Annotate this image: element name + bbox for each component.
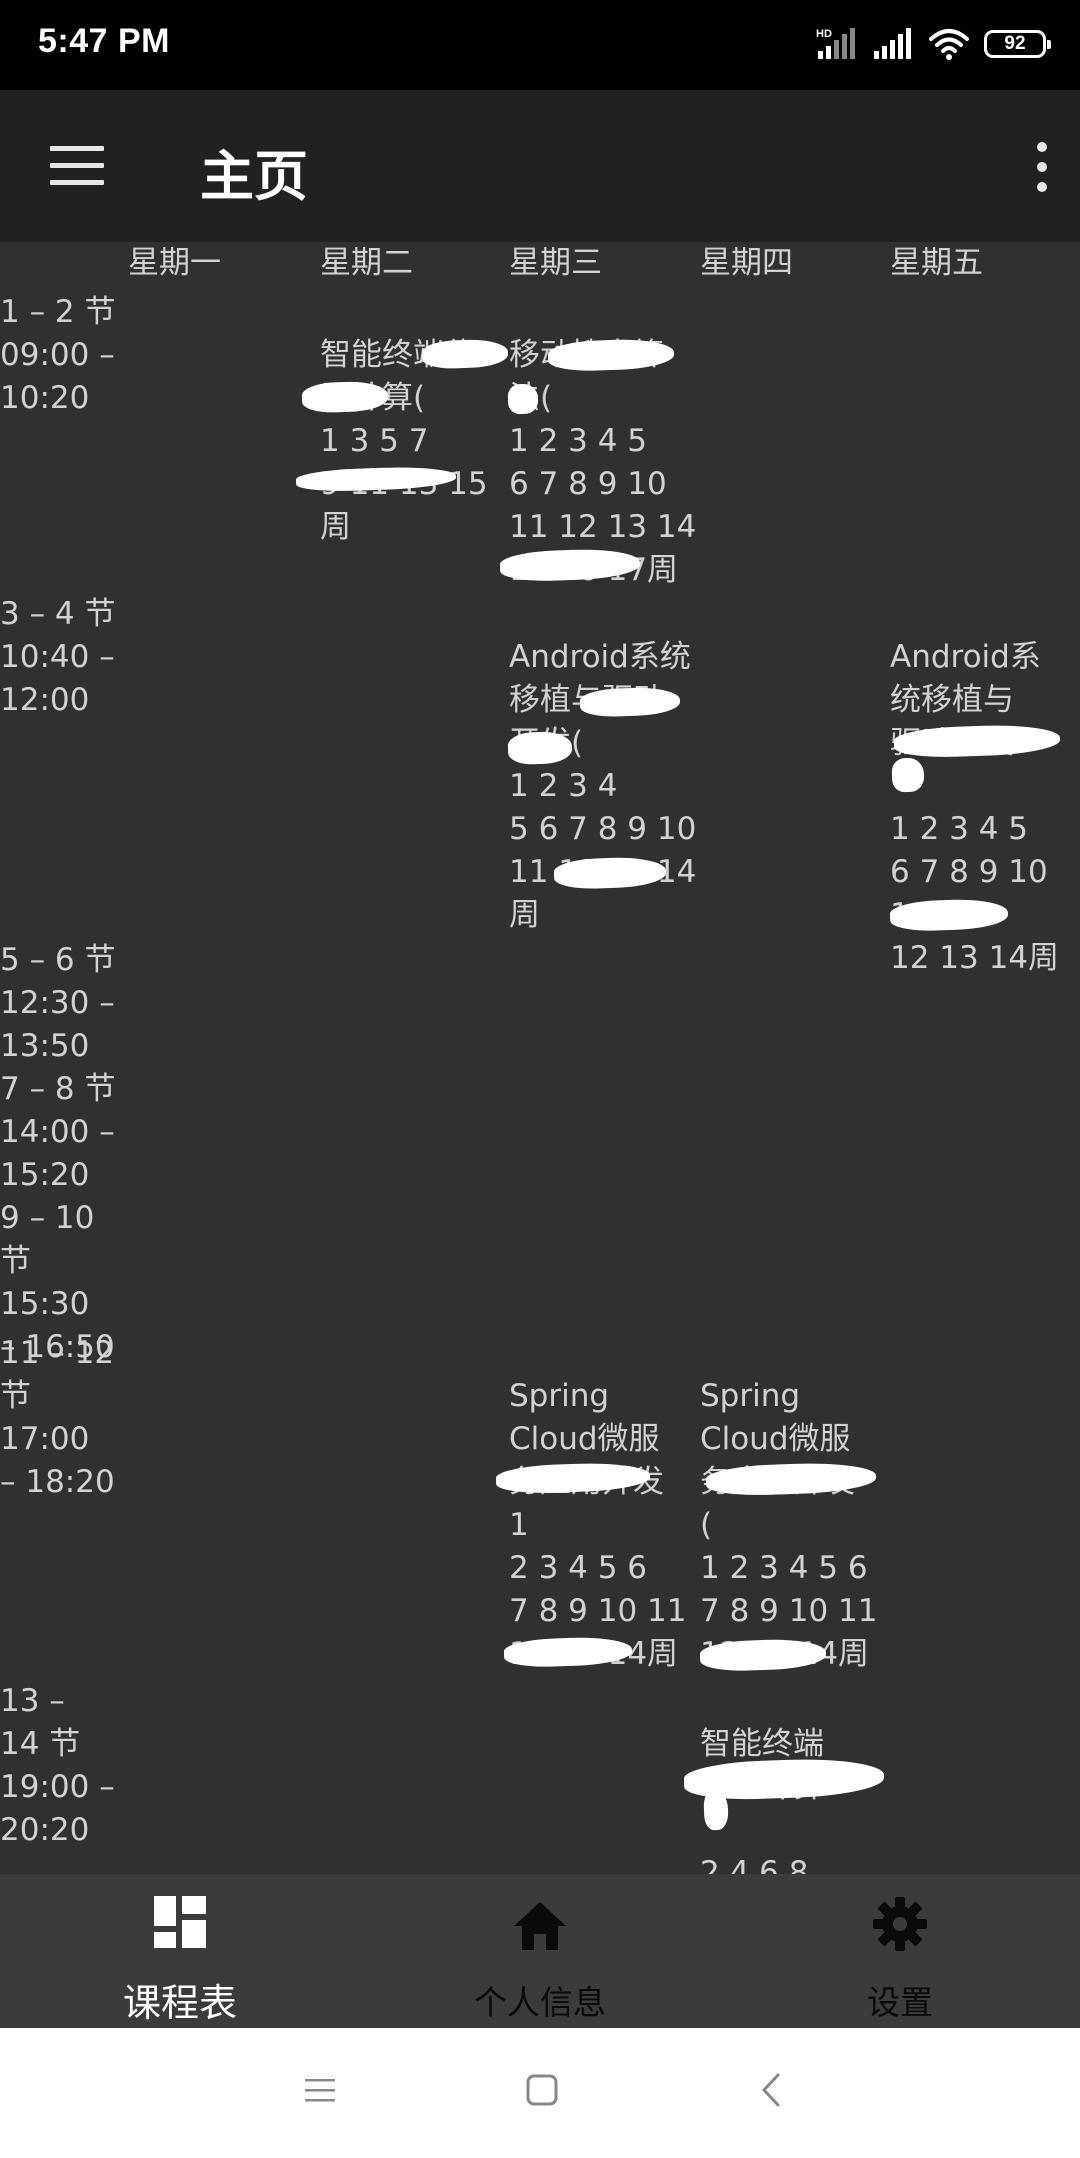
period-label: 5 – 6 节 12:30 – 13:50 [0,942,116,1064]
redaction-mark [507,383,539,415]
day-header-fri: 星期五 [890,245,983,281]
course-text: Android系统 移植与驱动 开发( 1 2 3 4 5 6 7 8 9 10… [509,639,697,933]
day-header-mon: 星期一 [128,245,221,281]
day-header-wed: 星期三 [509,245,602,281]
page-title: 主页 [200,145,308,208]
battery-level: 92 [1004,33,1026,54]
menu-icon[interactable] [50,146,104,186]
home-square-icon[interactable] [525,2073,559,2107]
period-label: 11 – 12 节 17:00 – 18:20 [0,1335,115,1500]
course-text: Spring Cloud微服 务应用开发 1 2 3 4 5 6 7 8 9 1… [509,1378,687,1672]
status-icons: HD 92 [814,24,1051,64]
timetable: 星期一 星期二 星期三 星期四 星期五 1 – 2 节 09:00 – 10:2… [0,242,1080,1874]
course-text: Spring Cloud微服 务应用开发 ( 1 2 3 4 5 6 7 8 9… [700,1378,878,1672]
gear-icon [873,1897,927,1951]
signal-icon [874,28,911,59]
day-header-tue: 星期二 [320,245,413,281]
back-chevron-icon[interactable] [756,2073,786,2107]
period-label: 1 – 2 节 09:00 – 10:20 [0,294,116,416]
nav-label: 设置 [867,1983,933,2022]
app-bar: 主页 [0,90,1080,242]
period-label: 7 – 8 节 14:00 – 15:20 [0,1071,116,1193]
more-vert-icon[interactable] [1030,140,1054,194]
status-time: 5:47 PM [38,22,170,60]
system-navigation-bar [0,2028,1080,2158]
course-cell[interactable]: Android系 统移植与 驱动开发 1 2 3 4 5 6 7 8 9 10 … [890,593,1080,1023]
wifi-icon [929,29,969,60]
course-text: 智能终端位 置计算( 1 3 5 7 9 11 13 15周 [320,337,488,545]
signal-hd-icon: HD [816,28,855,59]
course-text: 智能终端 位置计算 2 4 6 8 10 12 14 16 [700,1726,824,1874]
nav-label: 个人信息 [474,1983,606,2022]
nav-item-profile[interactable]: 个人信息 [420,1896,660,2022]
bottom-navigation: 课程表 个人信息 设置 [0,1874,1080,2028]
day-header-thu: 星期四 [700,245,793,281]
status-bar: 5:47 PM HD 92 [0,0,1080,90]
period-label: 3 – 4 节 10:40 – 12:00 [0,596,116,718]
redaction-mark [891,757,925,793]
battery-icon: 92 [984,30,1051,58]
recents-menu-icon[interactable] [303,2073,337,2107]
course-cell[interactable]: 智能终端位 置计算( 1 3 5 7 9 11 13 15周 [320,291,512,592]
redaction-mark [703,1789,729,1831]
nav-item-settings[interactable]: 设置 [780,1896,1020,2022]
period-label: 13 – 14 节 19:00 – 20:20 [0,1683,115,1848]
hd-label: HD [816,28,832,40]
home-icon [514,1902,566,1950]
nav-label: 课程表 [122,1981,237,2025]
dashboard-icon [154,1896,206,1948]
nav-item-timetable[interactable]: 课程表 [60,1896,300,2025]
